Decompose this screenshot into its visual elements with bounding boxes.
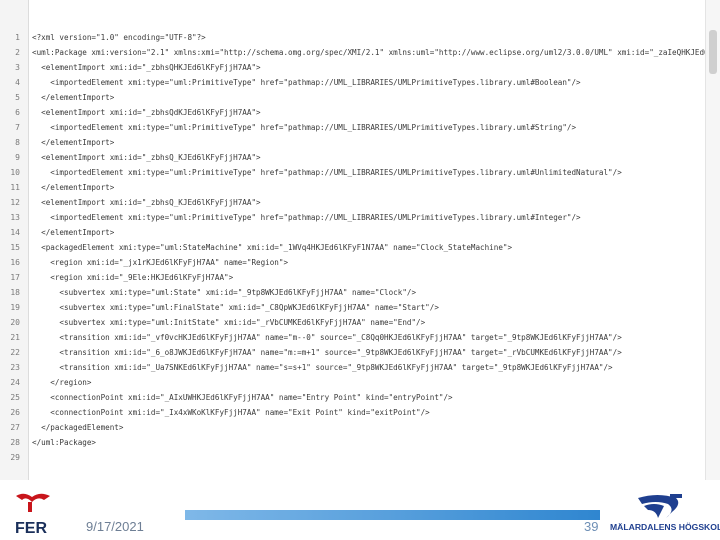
code-text: </packagedElement> — [32, 423, 124, 432]
code-text: <elementImport xmi:id="_zbhsQdKJEd6lKFyF… — [32, 108, 261, 117]
code-text: <subvertex xmi:type="uml:InitState" xmi:… — [32, 318, 426, 327]
code-line[interactable]: 8 </elementImport> — [0, 135, 700, 150]
code-text: <connectionPoint xmi:id="_AIxUWHKJEd6lKF… — [32, 393, 453, 402]
xml-editor[interactable]: 1 <?xml version="1.0" encoding="UTF-8"?> 2… — [0, 0, 720, 480]
code-text: </elementImport> — [32, 183, 115, 192]
code-text: <importedElement xmi:type="uml:Primitive… — [32, 168, 622, 177]
line-number: 12 — [10, 198, 20, 207]
code-line[interactable]: 9 <elementImport xmi:id="_zbhsQ_KJEd6lKF… — [0, 150, 700, 165]
line-number: 22 — [10, 348, 20, 357]
line-number: 13 — [10, 213, 20, 222]
line-number: 18 — [10, 288, 20, 297]
line-number: 2 — [15, 48, 20, 57]
line-number: 3 — [15, 63, 20, 72]
line-number: 26 — [10, 408, 20, 417]
code-text: <connectionPoint xmi:id="_Ix4xWKoKlKFyFj… — [32, 408, 430, 417]
page-number: 39 — [584, 519, 599, 534]
code-line[interactable]: 24 </region> — [0, 375, 700, 390]
code-line[interactable]: 3 <elementImport xmi:id="_zbhsQHKJEd6lKF… — [0, 60, 700, 75]
line-number: 19 — [10, 303, 20, 312]
code-text: <transition xmi:id="_Ua7SNKEd6lKFyFjjH7A… — [32, 363, 613, 372]
footer-date: 9/17/2021 — [86, 519, 144, 534]
code-line[interactable]: 7 <importedElement xmi:type="uml:Primiti… — [0, 120, 700, 135]
code-text: <region xmi:id="_9Ele:HKJEd6lKFyFjH7AA"> — [32, 273, 234, 282]
line-number: 10 — [10, 168, 20, 177]
line-number: 11 — [10, 183, 20, 192]
code-line[interactable]: 12 <elementImport xmi:id="_zbhsQ_KJEd6lK… — [0, 195, 700, 210]
line-number: 27 — [10, 423, 20, 432]
fer-logo: FER — [15, 493, 50, 536]
code-text: </region> — [32, 378, 92, 387]
code-line[interactable]: 21 <transition xmi:id="_vf0vcHKJEd6lKFyF… — [0, 330, 700, 345]
code-line[interactable]: 2 <uml:Package xmi:version="2.1" xmlns:xm… — [0, 45, 720, 60]
code-line[interactable]: 20 <subvertex xmi:type="uml:InitState" x… — [0, 315, 700, 330]
code-text: <importedElement xmi:type="uml:Primitive… — [32, 78, 581, 87]
code-line[interactable]: 29 — [0, 450, 700, 465]
code-line[interactable]: 25 <connectionPoint xmi:id="_AIxUWHKJEd6… — [0, 390, 700, 405]
code-line[interactable]: 13 <importedElement xmi:type="uml:Primit… — [0, 210, 700, 225]
code-line[interactable]: 28 </uml:Package> — [0, 435, 700, 450]
code-text: </elementImport> — [32, 93, 115, 102]
code-text: <transition xmi:id="_6_o8JWKJEd6lKFyFjH7… — [32, 348, 622, 357]
accent-bar — [185, 510, 600, 520]
line-number: 8 — [15, 138, 20, 147]
line-number: 29 — [10, 453, 20, 462]
code-text: <subvertex xmi:type="uml:State" xmi:id="… — [32, 288, 417, 297]
fer-logo-text: FER — [15, 520, 47, 536]
code-line[interactable]: 17 <region xmi:id="_9Ele:HKJEd6lKFyFjH7A… — [0, 270, 700, 285]
line-number: 6 — [15, 108, 20, 117]
malardalen-logo-text: MÄLARDALENS HÖGSKOLA — [610, 522, 720, 532]
code-text: <transition xmi:id="_vf0vcHKJEd6lKFyFjjH… — [32, 333, 622, 342]
code-line[interactable]: 23 <transition xmi:id="_Ua7SNKEd6lKFyFjj… — [0, 360, 700, 375]
line-number: 7 — [15, 123, 20, 132]
code-text: <subvertex xmi:type="uml:FinalState" xmi… — [32, 303, 439, 312]
line-number: 15 — [10, 243, 20, 252]
code-text: </elementImport> — [32, 138, 115, 147]
code-line[interactable]: 14 </elementImport> — [0, 225, 700, 240]
code-text: <packagedElement xmi:type="uml:StateMach… — [32, 243, 513, 252]
code-line[interactable]: 19 <subvertex xmi:type="uml:FinalState" … — [0, 300, 700, 315]
line-number: 21 — [10, 333, 20, 342]
line-number: 20 — [10, 318, 20, 327]
code-line[interactable]: 6 <elementImport xmi:id="_zbhsQdKJEd6lKF… — [0, 105, 700, 120]
code-text: <elementImport xmi:id="_zbhsQ_KJEd6lKFyF… — [32, 198, 261, 207]
code-line[interactable]: 27 </packagedElement> — [0, 420, 700, 435]
line-number: 24 — [10, 378, 20, 387]
code-text: <?xml version="1.0" encoding="UTF-8"?> — [32, 33, 206, 42]
line-number: 14 — [10, 228, 20, 237]
scrollbar-thumb[interactable] — [709, 30, 717, 74]
line-number: 16 — [10, 258, 20, 267]
code-text: </uml:Package> — [32, 438, 97, 447]
code-line[interactable]: 10 <importedElement xmi:type="uml:Primit… — [0, 165, 700, 180]
code-line[interactable]: 15 <packagedElement xmi:type="uml:StateM… — [0, 240, 700, 255]
line-number: 1 — [15, 33, 20, 42]
code-text: <uml:Package xmi:version="2.1" xmlns:xmi… — [32, 48, 720, 57]
line-number: 25 — [10, 393, 20, 402]
code-line[interactable]: 11 </elementImport> — [0, 180, 700, 195]
code-line[interactable]: 1 <?xml version="1.0" encoding="UTF-8"?> — [0, 30, 700, 45]
malardalen-logo: MÄLARDALENS HÖGSKOLA — [610, 494, 720, 532]
code-line[interactable]: 16 <region xmi:id="_jx1rKJEd6lKFyFjH7AA"… — [0, 255, 700, 270]
code-text: <elementImport xmi:id="_zbhsQHKJEd6lKFyF… — [32, 63, 261, 72]
code-text: </elementImport> — [32, 228, 115, 237]
code-text: <region xmi:id="_jx1rKJEd6lKFyFjH7AA" na… — [32, 258, 289, 267]
vertical-scrollbar[interactable] — [705, 0, 720, 480]
code-text: <elementImport xmi:id="_zbhsQ_KJEd6lKFyF… — [32, 153, 261, 162]
code-line[interactable]: 26 <connectionPoint xmi:id="_Ix4xWKoKlKF… — [0, 405, 700, 420]
code-line[interactable]: 4 <importedElement xmi:type="uml:Primiti… — [0, 75, 700, 90]
code-line[interactable]: 5 </elementImport> — [0, 90, 700, 105]
line-number: 17 — [10, 273, 20, 282]
line-number: 9 — [15, 153, 20, 162]
line-number: 4 — [15, 78, 20, 87]
code-text: <importedElement xmi:type="uml:Primitive… — [32, 213, 581, 222]
code-line[interactable]: 22 <transition xmi:id="_6_o8JWKJEd6lKFyF… — [0, 345, 700, 360]
line-number: 28 — [10, 438, 20, 447]
code-line[interactable]: 18 <subvertex xmi:type="uml:State" xmi:i… — [0, 285, 700, 300]
line-number: 23 — [10, 363, 20, 372]
code-text: <importedElement xmi:type="uml:Primitive… — [32, 123, 577, 132]
line-number: 5 — [15, 93, 20, 102]
